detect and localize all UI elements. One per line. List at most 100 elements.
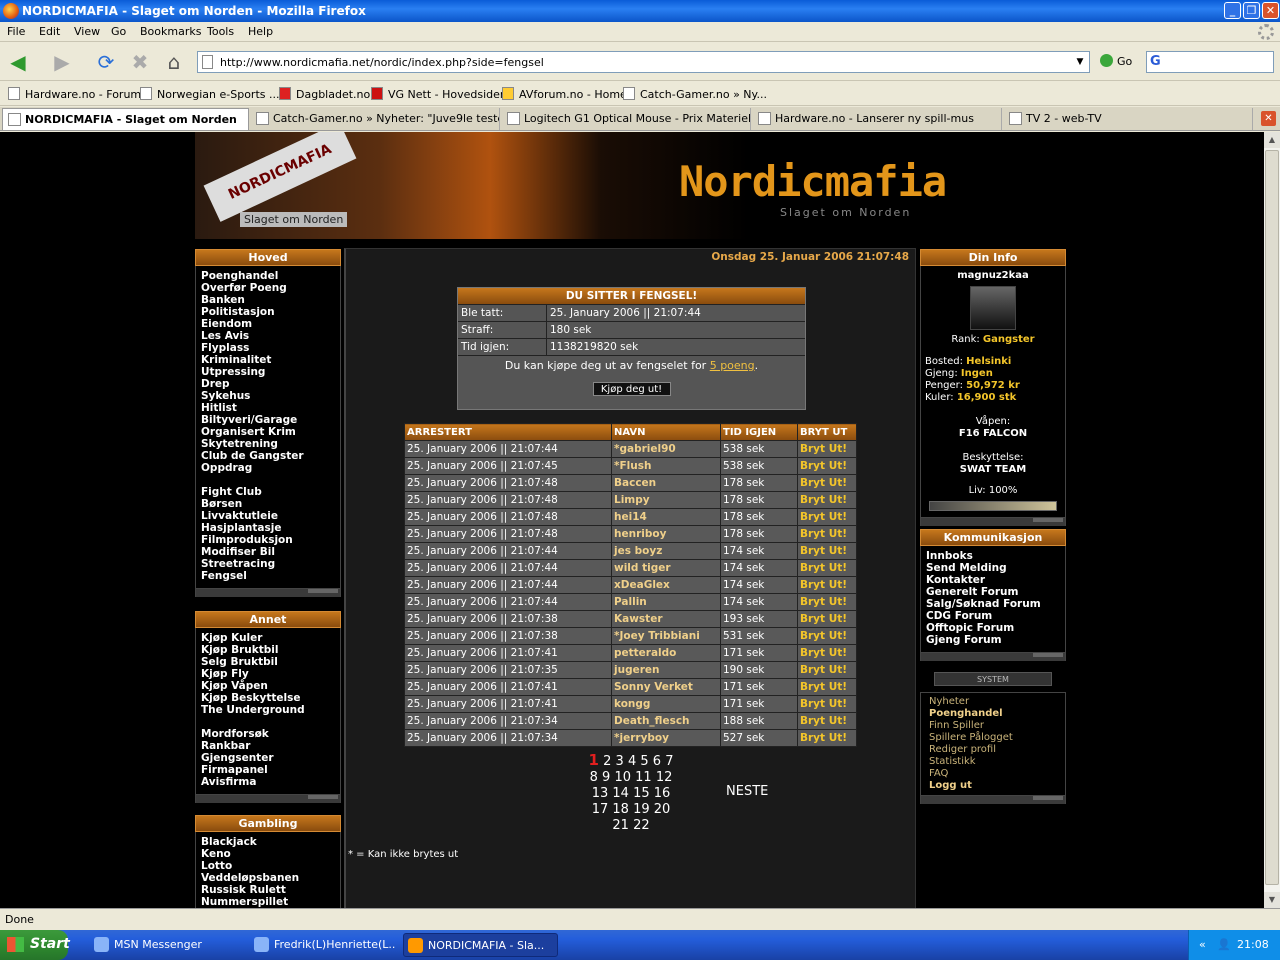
tab-logitech[interactable]: Logitech G1 Optical Mouse - Prix Materie… bbox=[502, 108, 751, 130]
page-link[interactable]: 5 bbox=[640, 754, 648, 769]
sidebar-link[interactable]: Poenghandel bbox=[201, 270, 335, 282]
sidebar-link[interactable]: Offtopic Forum bbox=[926, 622, 1060, 634]
system-link[interactable]: Spillere Pålogget bbox=[929, 732, 1057, 744]
page-link[interactable]: 22 bbox=[633, 818, 650, 833]
system-link[interactable]: Finn Spiller bbox=[929, 720, 1057, 732]
page-link[interactable]: 17 bbox=[592, 802, 609, 817]
system-link[interactable]: Rediger profil bbox=[929, 744, 1057, 756]
page-link[interactable]: 2 bbox=[603, 754, 611, 769]
break-out-link[interactable]: Bryt Ut! bbox=[797, 508, 857, 526]
tab-nordicmafia[interactable]: NORDICMAFIA - Slaget om Norden bbox=[2, 108, 249, 130]
sidebar-link[interactable]: Keno bbox=[201, 848, 335, 860]
sidebar-link[interactable]: Politistasjon bbox=[201, 306, 335, 318]
break-out-link[interactable]: Bryt Ut! bbox=[797, 678, 857, 696]
page-link[interactable]: 6 bbox=[653, 754, 661, 769]
menu-file[interactable]: File bbox=[7, 25, 25, 38]
page-link[interactable]: 4 bbox=[628, 754, 636, 769]
start-button[interactable]: Start bbox=[0, 930, 70, 960]
sidebar-link[interactable]: Russisk Rulett bbox=[201, 884, 335, 896]
break-out-link[interactable]: Bryt Ut! bbox=[797, 474, 857, 492]
sidebar-link[interactable]: Filmproduksjon bbox=[201, 534, 335, 546]
sidebar-link[interactable]: Utpressing bbox=[201, 366, 335, 378]
sidebar-link[interactable]: The Underground bbox=[201, 704, 335, 716]
page-link[interactable]: 16 bbox=[654, 786, 671, 801]
player-name[interactable]: Death_flesch bbox=[611, 712, 721, 730]
sidebar-link[interactable]: Streetracing bbox=[201, 558, 335, 570]
player-name[interactable]: petteraldo bbox=[611, 644, 721, 662]
page-link[interactable]: 18 bbox=[612, 802, 629, 817]
system-link[interactable]: FAQ bbox=[929, 768, 1057, 780]
sidebar-link[interactable]: Fight Club bbox=[201, 486, 335, 498]
sidebar-link[interactable]: Club de Gangster bbox=[201, 450, 335, 462]
task-firefox[interactable]: NORDICMAFIA - Sla... bbox=[403, 933, 558, 957]
player-name[interactable]: xDeaGlex bbox=[611, 576, 721, 594]
break-out-link[interactable]: Bryt Ut! bbox=[797, 627, 857, 645]
player-name[interactable]: jugeren bbox=[611, 661, 721, 679]
page-link[interactable]: 19 bbox=[633, 802, 650, 817]
break-out-link[interactable]: Bryt Ut! bbox=[797, 712, 857, 730]
sidebar-link[interactable]: Kjøp Beskyttelse bbox=[201, 692, 335, 704]
sidebar-link[interactable]: Modifiser Bil bbox=[201, 546, 335, 558]
system-link[interactable]: Statistikk bbox=[929, 756, 1057, 768]
sidebar-link[interactable]: Drep bbox=[201, 378, 335, 390]
sidebar-link[interactable]: Rankbar bbox=[201, 740, 335, 752]
sidebar-link[interactable]: Hasjplantasje bbox=[201, 522, 335, 534]
back-button[interactable]: ◀ bbox=[4, 49, 32, 75]
sidebar-link[interactable]: Flyplass bbox=[201, 342, 335, 354]
tray-expand-icon[interactable]: « bbox=[1199, 938, 1206, 951]
search-input[interactable]: G bbox=[1146, 51, 1274, 73]
menu-help[interactable]: Help bbox=[248, 25, 273, 38]
minimize-button[interactable]: _ bbox=[1224, 2, 1241, 19]
sidebar-link[interactable]: Kjøp Kuler bbox=[201, 632, 335, 644]
menu-go[interactable]: Go bbox=[111, 25, 126, 38]
sidebar-link[interactable]: Blackjack bbox=[201, 836, 335, 848]
break-out-link[interactable]: Bryt Ut! bbox=[797, 491, 857, 509]
break-out-link[interactable]: Bryt Ut! bbox=[797, 559, 857, 577]
scroll-up-icon[interactable]: ▲ bbox=[1264, 132, 1280, 148]
sidebar-link[interactable]: Kriminalitet bbox=[201, 354, 335, 366]
sidebar-link[interactable]: Børsen bbox=[201, 498, 335, 510]
url-bar[interactable]: http://www.nordicmafia.net/nordic/index.… bbox=[197, 51, 1090, 73]
tab-catch-gamer[interactable]: Catch-Gamer.no » Nyheter: "Juve9le teste… bbox=[251, 108, 500, 130]
page-link[interactable]: 3 bbox=[616, 754, 624, 769]
sidebar-link[interactable]: Fengsel bbox=[201, 570, 335, 582]
page-link[interactable]: 11 bbox=[635, 770, 652, 785]
sidebar-link[interactable]: Les Avis bbox=[201, 330, 335, 342]
player-name[interactable]: *Flush bbox=[611, 457, 721, 475]
page-link[interactable]: 20 bbox=[654, 802, 671, 817]
sidebar-link[interactable]: Avisfirma bbox=[201, 776, 335, 788]
close-button[interactable]: ✕ bbox=[1262, 2, 1279, 19]
player-name[interactable]: wild tiger bbox=[611, 559, 721, 577]
break-out-link[interactable]: Bryt Ut! bbox=[797, 457, 857, 475]
system-link[interactable]: Logg ut bbox=[929, 780, 1057, 792]
player-name[interactable]: *gabriel90 bbox=[611, 440, 721, 458]
player-name[interactable]: henriboy bbox=[611, 525, 721, 543]
menu-edit[interactable]: Edit bbox=[39, 25, 60, 38]
break-out-link[interactable]: Bryt Ut! bbox=[797, 542, 857, 560]
break-out-link[interactable]: Bryt Ut! bbox=[797, 576, 857, 594]
scroll-thumb[interactable] bbox=[1265, 150, 1279, 885]
sidebar-link[interactable]: Banken bbox=[201, 294, 335, 306]
buyout-points-link[interactable]: 5 poeng bbox=[710, 359, 755, 372]
player-name[interactable]: Baccen bbox=[611, 474, 721, 492]
sidebar-link[interactable]: Nummerspillet bbox=[201, 896, 335, 908]
page-link[interactable]: 14 bbox=[612, 786, 629, 801]
sidebar-link[interactable]: Generelt Forum bbox=[926, 586, 1060, 598]
break-out-link[interactable]: Bryt Ut! bbox=[797, 610, 857, 628]
break-out-link[interactable]: Bryt Ut! bbox=[797, 440, 857, 458]
task-chat[interactable]: Fredrik(L)Henriette(L... bbox=[250, 933, 395, 957]
menu-view[interactable]: View bbox=[74, 25, 100, 38]
tab-hardware[interactable]: Hardware.no - Lanserer ny spill-mus bbox=[753, 108, 1002, 130]
sidebar-link[interactable]: Gjengsenter bbox=[201, 752, 335, 764]
maximize-button[interactable]: ❐ bbox=[1243, 2, 1260, 19]
page-link[interactable]: 7 bbox=[665, 754, 673, 769]
break-out-link[interactable]: Bryt Ut! bbox=[797, 525, 857, 543]
page-link[interactable]: 15 bbox=[633, 786, 650, 801]
sidebar-link[interactable]: Send Melding bbox=[926, 562, 1060, 574]
menu-tools[interactable]: Tools bbox=[207, 25, 234, 38]
sidebar-link[interactable]: Organisert Krim bbox=[201, 426, 335, 438]
sidebar-link[interactable]: Kjøp Fly bbox=[201, 668, 335, 680]
page-link[interactable]: 8 bbox=[590, 770, 598, 785]
page-link[interactable]: 12 bbox=[656, 770, 673, 785]
username[interactable]: magnuz2kaa bbox=[925, 270, 1061, 282]
